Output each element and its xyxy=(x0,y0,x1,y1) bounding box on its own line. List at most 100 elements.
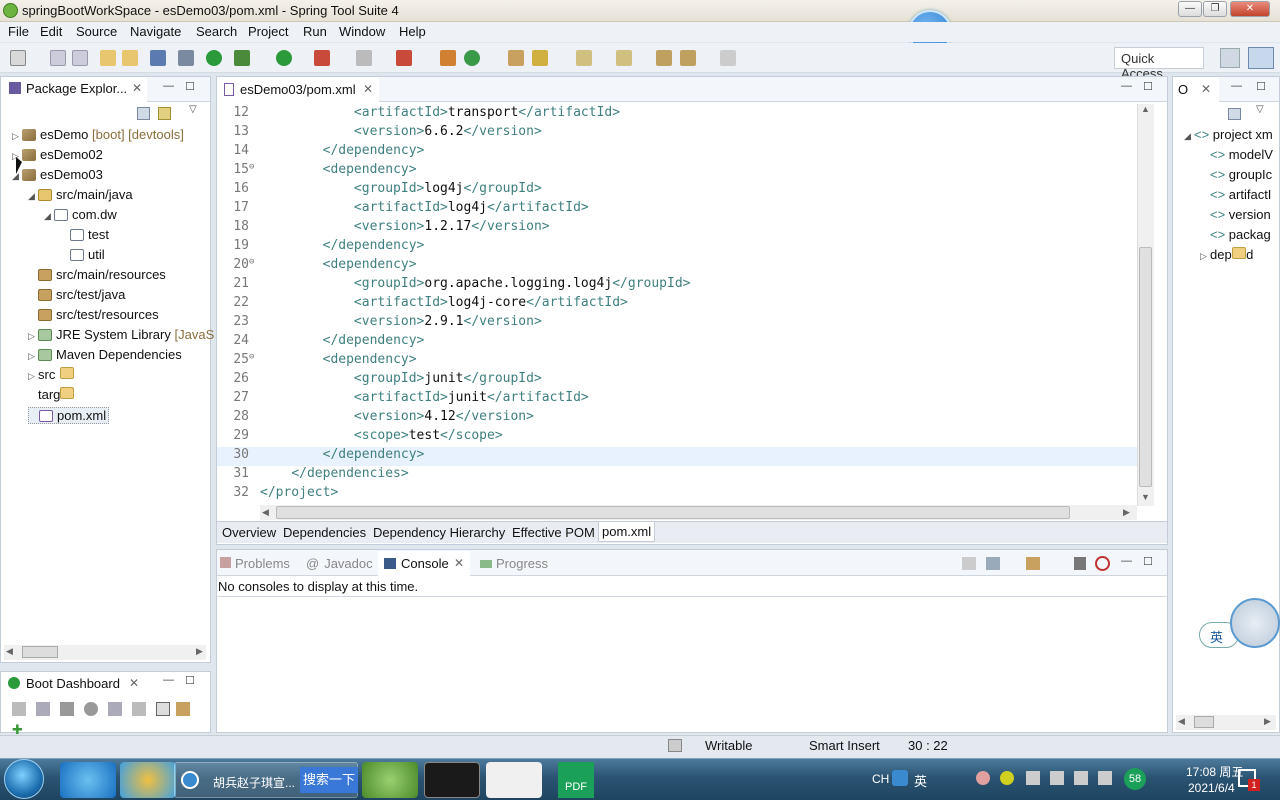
code-line[interactable]: 13 <version>6.6.2</version> xyxy=(217,124,1137,143)
open-task-icon[interactable] xyxy=(122,50,138,66)
scroll-up-icon[interactable]: ▲ xyxy=(1141,104,1150,114)
menu-file[interactable]: File xyxy=(8,24,29,39)
code-line[interactable]: 32 </project> xyxy=(217,485,1137,504)
tab-progress[interactable]: Progress xyxy=(480,556,548,571)
tree-item-util[interactable]: util xyxy=(60,247,105,262)
maximize-button[interactable]: ❐ xyxy=(1203,1,1227,17)
tray-network-icon[interactable] xyxy=(1050,771,1064,785)
ie-icon[interactable] xyxy=(60,762,116,798)
tree-item-jre[interactable]: ▷ JRE System Library [JavaS xyxy=(28,327,214,342)
scroll-down-icon[interactable]: ▼ xyxy=(1141,492,1150,502)
close-icon[interactable]: ✕ xyxy=(129,676,139,690)
code-line[interactable]: 19 </dependency> xyxy=(217,238,1137,257)
signal-icon[interactable] xyxy=(1098,771,1112,785)
ime-icon[interactable] xyxy=(892,770,908,786)
display-console-icon[interactable] xyxy=(986,557,1000,570)
horizontal-scroll-thumb[interactable] xyxy=(276,506,1070,519)
spring-tool-suite-icon[interactable] xyxy=(362,762,418,798)
tab-pom-xml-source[interactable]: pom.xml xyxy=(598,522,656,542)
next-annotation-icon[interactable] xyxy=(576,50,592,66)
code-area[interactable]: 12 <artifactId>transport</artifactId> 13 … xyxy=(217,104,1137,506)
code-line[interactable]: 18 <version>1.2.17</version> xyxy=(217,219,1137,238)
minimize-button[interactable]: — xyxy=(1178,1,1202,17)
fold-icon[interactable]: ⊖ xyxy=(249,162,254,172)
tree-item-com-dw[interactable]: ◢ com.dw xyxy=(44,207,117,222)
search-pin-icon[interactable] xyxy=(532,50,548,66)
tab-dependency-hierarchy[interactable]: Dependency Hierarchy xyxy=(373,525,505,540)
tray-usb-icon[interactable] xyxy=(1026,771,1040,785)
properties-icon[interactable] xyxy=(156,702,170,716)
tray-app-icon[interactable] xyxy=(1000,771,1014,785)
tree-item-src-test-java[interactable]: src/test/java xyxy=(28,287,125,302)
menu-project[interactable]: Project xyxy=(248,24,288,39)
tab-pom-xml[interactable]: esDemo03/pom.xml ✕ xyxy=(217,77,379,102)
maximize-icon[interactable]: ☐ xyxy=(1143,80,1153,93)
start-button-icon[interactable] xyxy=(4,759,44,799)
ime-mode[interactable]: 英 xyxy=(914,771,927,790)
minimize-icon[interactable]: — xyxy=(163,80,174,92)
menu-search[interactable]: Search xyxy=(196,24,237,39)
collapse-all-icon[interactable] xyxy=(137,107,150,120)
tree-item-esdemo02[interactable]: ▷ esDemo02 xyxy=(12,147,103,162)
menu-window[interactable]: Window xyxy=(339,24,385,39)
tab-boot-dashboard[interactable]: Boot Dashboard ✕ xyxy=(1,672,147,694)
outline-item-dependencies[interactable]: ▷depend xyxy=(1200,247,1253,262)
tree-item-target[interactable]: target xyxy=(28,387,74,402)
minimize-icon[interactable]: — xyxy=(1231,80,1242,92)
new-icon[interactable] xyxy=(10,50,26,66)
close-icon[interactable]: ✕ xyxy=(132,81,142,95)
minimize-icon[interactable]: — xyxy=(1121,555,1132,567)
open-perspective-icon[interactable] xyxy=(1220,48,1240,68)
code-line[interactable]: 16 <groupId>log4j</groupId> xyxy=(217,181,1137,200)
tree-item-esdemo03[interactable]: ◢ esDemo03 xyxy=(12,167,103,182)
outline-item-packaging[interactable]: <> packag xyxy=(1210,227,1271,242)
menu-help[interactable]: Help xyxy=(399,24,426,39)
close-icon[interactable]: ✕ xyxy=(363,82,373,96)
pdf-app-icon[interactable]: PDF xyxy=(558,762,594,798)
outline-item-artifactid[interactable]: <> artifactI xyxy=(1210,187,1271,202)
maximize-icon[interactable]: ☐ xyxy=(1143,555,1153,568)
volume-icon[interactable] xyxy=(1074,771,1088,785)
tab-problems[interactable]: Problems xyxy=(220,556,290,571)
code-line[interactable]: 24 </dependency> xyxy=(217,333,1137,352)
code-line[interactable]: 25 ⊖ <dependency> xyxy=(217,352,1137,371)
code-line[interactable]: 14 </dependency> xyxy=(217,143,1137,162)
filter-icon[interactable] xyxy=(176,702,190,716)
code-line[interactable]: 20 ⊖ <dependency> xyxy=(217,257,1137,276)
ant-icon[interactable] xyxy=(1095,556,1110,571)
tree-item-src-main-resources[interactable]: src/main/resources xyxy=(28,267,166,282)
clock-date[interactable]: 2021/6/4 xyxy=(1188,781,1235,795)
code-line[interactable]: 30 </dependency> xyxy=(217,447,1137,466)
stop-icon[interactable] xyxy=(60,702,74,716)
close-icon[interactable]: ✕ xyxy=(1201,82,1211,96)
tree-item-esdemo[interactable]: ▷ esDemo [boot] [devtools] xyxy=(12,127,184,142)
code-line[interactable]: 26 <groupId>junit</groupId> xyxy=(217,371,1137,390)
open-type-icon[interactable] xyxy=(100,50,116,66)
quick-access-field[interactable]: Quick Access xyxy=(1114,47,1204,81)
tray-badge[interactable]: 58 xyxy=(1124,768,1146,790)
back-icon[interactable] xyxy=(680,50,696,66)
horizontal-scrollbar[interactable]: ◀ ▶ xyxy=(1176,715,1276,730)
code-line[interactable]: 22 <artifactId>log4j-core</artifactId> xyxy=(217,295,1137,314)
tab-javadoc[interactable]: @ Javadoc xyxy=(306,556,373,571)
menu-run[interactable]: Run xyxy=(303,24,327,39)
tree-item-src[interactable]: ▷ src xyxy=(28,367,74,382)
view-menu-icon[interactable] xyxy=(1074,557,1086,570)
code-line[interactable]: 21 <groupId>org.apache.logging.log4j</gr… xyxy=(217,276,1137,295)
minimize-icon[interactable]: — xyxy=(1121,80,1132,92)
menu-edit[interactable]: Edit xyxy=(40,24,62,39)
scroll-left-icon[interactable]: ◀ xyxy=(1178,716,1185,727)
coverage-icon[interactable] xyxy=(396,50,412,66)
save-icon[interactable] xyxy=(50,50,66,66)
minimize-icon[interactable]: — xyxy=(163,674,174,686)
last-edit-icon[interactable] xyxy=(656,50,672,66)
maximize-icon[interactable]: ☐ xyxy=(185,80,195,93)
tray-flower-icon[interactable] xyxy=(976,771,990,785)
assistant-avatar-icon[interactable] xyxy=(1230,598,1280,648)
fold-icon[interactable]: ⊖ xyxy=(249,352,254,362)
language-indicator[interactable]: CH xyxy=(872,772,889,786)
media-icon[interactable] xyxy=(120,762,176,798)
external-tools-icon[interactable] xyxy=(314,50,330,66)
vertical-scroll-thumb[interactable] xyxy=(1139,247,1152,487)
tree-item-test[interactable]: test xyxy=(60,227,109,242)
